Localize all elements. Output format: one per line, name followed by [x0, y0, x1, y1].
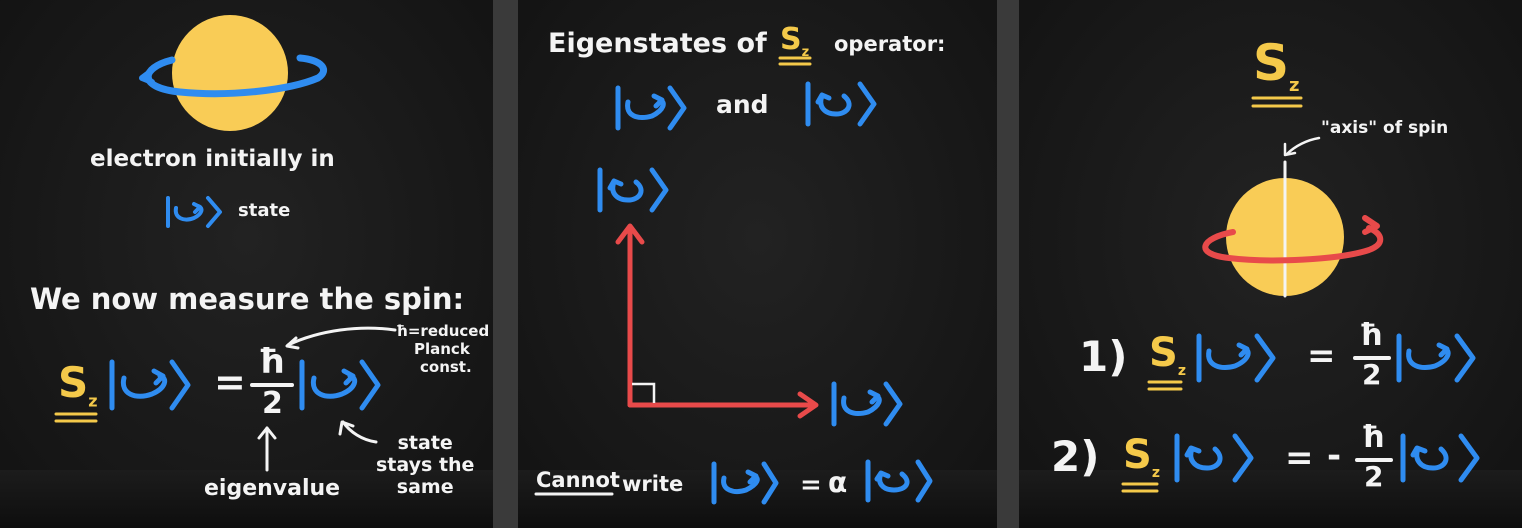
state-note: state stays the same — [376, 432, 475, 498]
axis-label: "axis" of spin — [1321, 118, 1449, 138]
ket-clockwise-icon — [711, 461, 779, 505]
equals-sign: = — [214, 360, 246, 404]
operator-s: Sz — [780, 22, 810, 60]
caption-electron: electron initially in — [90, 146, 335, 172]
operator-s: Sz — [1123, 432, 1160, 481]
electron-sphere — [172, 15, 288, 131]
operator-underline — [54, 412, 98, 423]
ket-anticlockwise-icon — [1400, 433, 1480, 483]
operator-underline — [1147, 380, 1183, 391]
two-denominator: 2 — [1362, 358, 1382, 391]
ket-clockwise-icon — [831, 381, 903, 427]
title-suffix: operator: — [834, 32, 946, 56]
equals-sign: = — [1285, 438, 1314, 478]
ket-clockwise-icon — [615, 85, 687, 131]
two-denominator: 2 — [1364, 460, 1384, 493]
right-angle-marker — [632, 382, 656, 403]
panel-eigenstates: Eigenstates of Sz operator: and Cannot w… — [518, 0, 997, 528]
hbar-symbol: ħ — [1359, 318, 1383, 353]
equals-sign: = — [800, 470, 822, 500]
ket-clockwise-icon — [299, 359, 381, 411]
and-label: and — [716, 90, 769, 119]
operator-s: Sz — [58, 358, 98, 411]
ket-clockwise-icon — [1196, 333, 1276, 383]
caption-state: state — [238, 200, 291, 221]
panel2-drawing — [534, 56, 933, 505]
equals-sign: = — [1307, 336, 1336, 376]
operator-underline — [1121, 482, 1159, 493]
hbar-note: ħ=reduced Planck const. — [396, 322, 490, 376]
write-label: write — [622, 472, 684, 496]
hbar-symbol: ħ — [1361, 420, 1385, 455]
equation-1-number: 1) — [1079, 332, 1128, 381]
equation-2-number: 2) — [1051, 432, 1100, 481]
operator-s-large: Sz — [1253, 34, 1300, 96]
ket-anticlockwise-icon — [1174, 433, 1254, 483]
two-denominator: 2 — [262, 386, 283, 421]
operator-underline — [1251, 96, 1303, 108]
minus-sign: - — [1327, 436, 1342, 476]
alpha-symbol: α — [828, 466, 848, 499]
operator-s: Sz — [1149, 330, 1186, 379]
eigenvalue-label: eigenvalue — [204, 476, 341, 501]
ket-anticlockwise-icon — [865, 459, 933, 503]
ket-anticlockwise-icon — [805, 81, 877, 127]
ket-anticlockwise-icon — [597, 167, 669, 213]
measure-title: We now measure the spin: — [30, 282, 465, 316]
title-prefix: Eigenstates of — [548, 28, 767, 59]
ket-clockwise-icon — [1396, 333, 1476, 383]
axis-label-arrow — [1285, 136, 1321, 156]
hbar-arrow — [286, 326, 397, 347]
ket-clockwise-icon — [166, 196, 222, 228]
panel-sz-eigenvalues: Sz "axis" of spin 1) Sz = ħ 2 2) Sz = - … — [1019, 0, 1522, 528]
ket-clockwise-icon — [109, 359, 191, 411]
panel-measurement: electron initially in state We now measu… — [0, 0, 493, 528]
hbar-symbol: ħ — [258, 342, 285, 382]
cannot-label: Cannot — [536, 468, 620, 492]
